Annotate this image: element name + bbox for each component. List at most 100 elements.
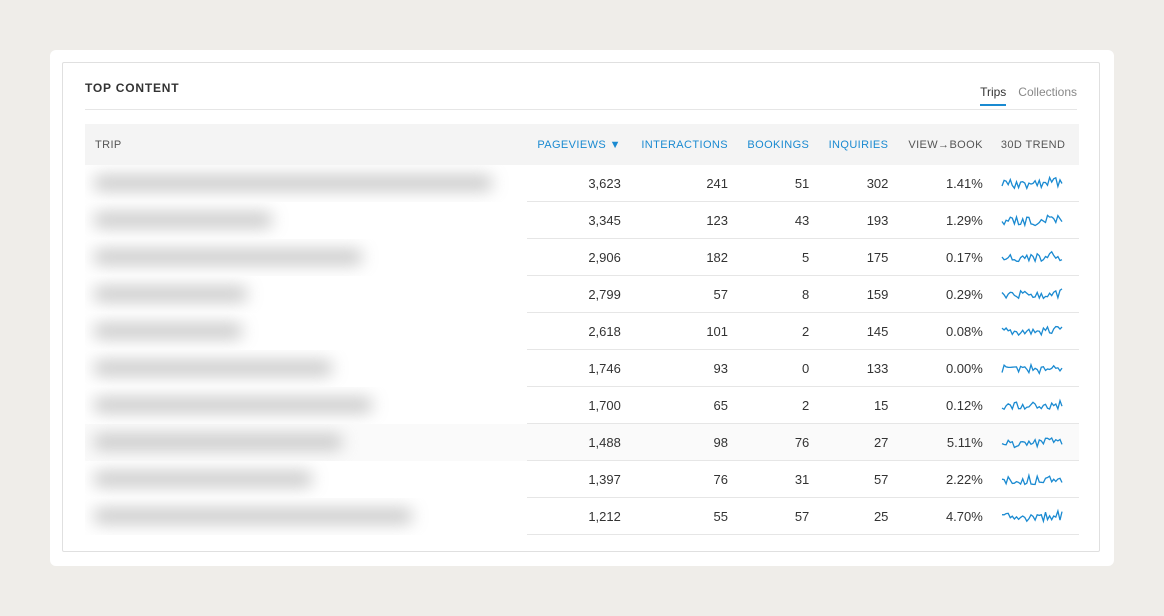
redacted-trip-name: [93, 175, 493, 191]
redacted-trip-name: [93, 396, 373, 413]
sparkline-chart: [1001, 362, 1063, 376]
trend-cell: [992, 275, 1079, 313]
sparkline-line: [1001, 472, 1063, 486]
trip-name-cell[interactable]: [85, 423, 527, 461]
tab-trips[interactable]: Trips: [980, 85, 1007, 106]
column-header-inquiries[interactable]: INQUIRIES: [819, 124, 898, 165]
table-row[interactable]: 1,397 76 31 57 2.22%: [85, 460, 1079, 498]
sparkline-line: [1001, 250, 1063, 264]
table-row[interactable]: 1,746 93 0 133 0.00%: [85, 349, 1079, 387]
inquiries-cell: 27: [819, 423, 899, 461]
trip-name-cell[interactable]: [85, 239, 527, 276]
panel-title: TOP CONTENT: [85, 81, 180, 95]
redacted-trip-name: [93, 433, 343, 450]
trip-name-cell[interactable]: [85, 165, 527, 202]
pageviews-cell: 1,397: [527, 460, 631, 498]
bookings-cell: 57: [738, 497, 820, 535]
column-header-view-book: VIEW→BOOK: [908, 138, 983, 151]
bookings-cell: 2: [738, 386, 820, 424]
inquiries-cell: 57: [819, 460, 899, 498]
interactions-cell: 182: [630, 238, 739, 276]
view-book-cell: 0.08%: [898, 312, 993, 350]
top-content-card: TOP CONTENT Trips Collections TRIP PAGEV…: [50, 50, 1114, 566]
trend-cell: [992, 349, 1079, 387]
column-header-pageviews[interactable]: PAGEVIEWS ▼: [527, 124, 631, 165]
content-tabs: Trips Collections: [980, 85, 1077, 106]
inquiries-cell: 193: [819, 201, 899, 239]
pageviews-cell: 2,799: [527, 275, 631, 313]
pageviews-cell: 2,618: [527, 312, 631, 350]
trend-cell: [992, 460, 1079, 498]
bookings-cell: 31: [738, 460, 820, 498]
sparkline-line: [1001, 362, 1063, 376]
inquiries-cell: 15: [819, 386, 899, 424]
pageviews-cell: 2,906: [527, 238, 631, 276]
sparkline-line: [1001, 175, 1063, 191]
trip-name-cell[interactable]: [85, 387, 527, 424]
sparkline-line: [1001, 436, 1063, 449]
trip-name-cell[interactable]: [85, 202, 527, 239]
trip-name-cell[interactable]: [85, 498, 527, 535]
sparkline-chart: [1001, 175, 1063, 191]
sparkline-chart: [1001, 436, 1063, 449]
table-row[interactable]: 2,618 101 2 145 0.08%: [85, 312, 1079, 350]
trend-cell: [992, 201, 1079, 239]
tab-collections[interactable]: Collections: [1018, 85, 1077, 106]
inquiries-cell: 159: [819, 275, 899, 313]
interactions-cell: 76: [630, 460, 739, 498]
bookings-cell: 0: [738, 349, 820, 387]
column-header-bookings[interactable]: BOOKINGS: [738, 124, 819, 165]
top-content-table: TRIP PAGEVIEWS ▼ INTERACTIONS BOOKINGS I…: [85, 124, 1079, 535]
sparkline-line: [1001, 288, 1063, 300]
column-header-trip: TRIP: [95, 138, 122, 151]
pageviews-cell: 1,212: [527, 497, 631, 535]
table-header-row: TRIP PAGEVIEWS ▼ INTERACTIONS BOOKINGS I…: [85, 124, 1079, 165]
pageviews-cell: 1,746: [527, 349, 631, 387]
trend-cell: [992, 312, 1079, 350]
trip-name-cell[interactable]: [85, 276, 527, 313]
interactions-cell: 98: [630, 423, 739, 461]
pageviews-cell: 3,623: [527, 165, 631, 202]
view-book-cell: 0.17%: [898, 238, 993, 276]
bookings-cell: 51: [738, 165, 820, 202]
table-row[interactable]: 3,345 123 43 193 1.29%: [85, 201, 1079, 239]
inquiries-cell: 145: [819, 312, 899, 350]
redacted-trip-name: [93, 211, 273, 228]
interactions-cell: 55: [630, 497, 739, 535]
bookings-cell: 76: [738, 423, 820, 461]
column-header-interactions[interactable]: INTERACTIONS: [631, 124, 738, 165]
table-row[interactable]: 1,488 98 76 27 5.11%: [85, 423, 1079, 461]
bookings-cell: 43: [738, 201, 820, 239]
interactions-cell: 241: [630, 165, 739, 202]
header-divider: [85, 109, 1077, 110]
trend-cell: [992, 165, 1079, 202]
view-book-cell: 1.41%: [898, 165, 993, 202]
pageviews-cell: 1,700: [527, 386, 631, 424]
table-row[interactable]: 1,700 65 2 15 0.12%: [85, 386, 1079, 424]
sparkline-chart: [1001, 398, 1063, 411]
table-row[interactable]: 2,906 182 5 175 0.17%: [85, 238, 1079, 276]
interactions-cell: 65: [630, 386, 739, 424]
sparkline-chart: [1001, 214, 1063, 228]
view-book-cell: 0.12%: [898, 386, 993, 424]
inquiries-cell: 133: [819, 349, 899, 387]
sparkline-line: [1001, 508, 1063, 524]
trip-name-cell[interactable]: [85, 461, 527, 498]
table-row[interactable]: 1,212 55 57 25 4.70%: [85, 497, 1079, 535]
trend-cell: [992, 386, 1079, 424]
column-header-trend: 30D TREND: [1000, 138, 1066, 151]
pageviews-cell: 1,488: [527, 423, 631, 461]
trip-name-cell[interactable]: [85, 350, 527, 387]
view-book-cell: 5.11%: [898, 423, 993, 461]
sparkline-line: [1001, 398, 1063, 411]
view-book-cell: 1.29%: [898, 201, 993, 239]
interactions-cell: 93: [630, 349, 739, 387]
trend-cell: [992, 423, 1079, 461]
table-row[interactable]: 2,799 57 8 159 0.29%: [85, 275, 1079, 313]
trip-name-cell[interactable]: [85, 313, 527, 350]
sparkline-line: [1001, 325, 1063, 337]
sparkline-chart: [1001, 325, 1063, 337]
table-row[interactable]: 3,623 241 51 302 1.41%: [85, 165, 1079, 202]
pageviews-cell: 3,345: [527, 201, 631, 239]
redacted-trip-name: [93, 248, 363, 265]
